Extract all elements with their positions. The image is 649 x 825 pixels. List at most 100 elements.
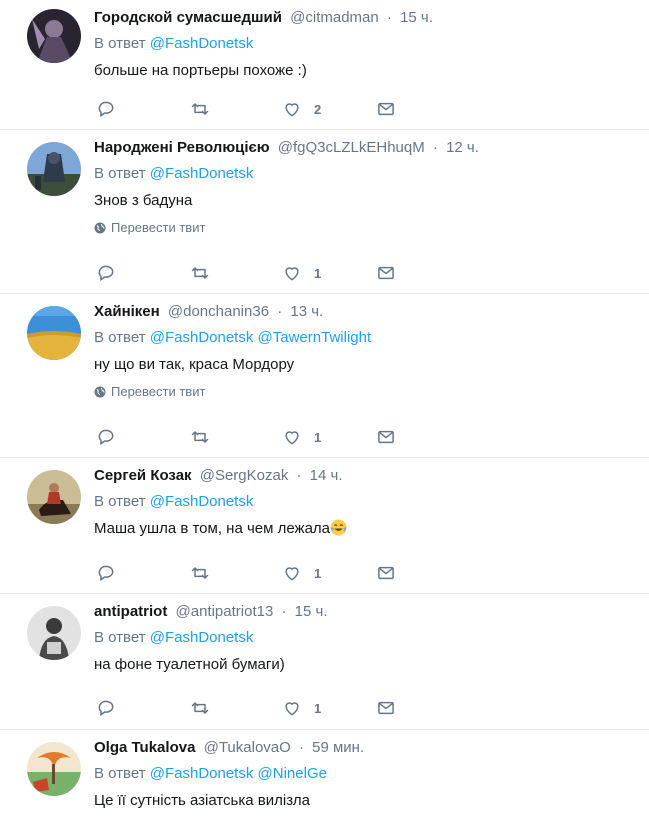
reply-icon (98, 429, 114, 446)
tweet[interactable]: antipatriot @antipatriot13 · 15 ч. В отв… (0, 594, 649, 730)
tweet-header: Народжені Революцією @fgQ3cLZLkEHhuqM · … (94, 138, 639, 158)
fullname[interactable]: Сергей Козак (94, 467, 192, 484)
message-button[interactable] (376, 561, 396, 585)
username[interactable]: @antipatriot13 (176, 603, 274, 620)
avatar[interactable] (27, 306, 81, 360)
tweet-text-body: Маша ушла в том, на чем лежала (94, 520, 331, 537)
like-count: 1 (314, 429, 322, 445)
reply-icon (98, 700, 114, 717)
message-icon (378, 701, 394, 715)
tweet-text: Це її сутність азіатська вилізла (94, 792, 310, 809)
timestamp[interactable]: 15 ч. (295, 603, 328, 620)
fullname[interactable]: Народжені Революцією (94, 139, 270, 156)
like-count: 1 (314, 700, 322, 716)
like-button[interactable]: 1 (282, 561, 321, 585)
translate-link[interactable]: Перевести твит (94, 384, 639, 400)
message-button[interactable] (376, 425, 396, 449)
retweet-button[interactable] (190, 561, 210, 585)
tweet-actions: 1 (94, 425, 414, 449)
mention-link[interactable]: @FashDonetsk (150, 493, 254, 510)
timestamp[interactable]: 12 ч. (446, 139, 479, 156)
tweet-header: antipatriot @antipatriot13 · 15 ч. (94, 602, 639, 622)
reply-context: В ответ @FashDonetsk (94, 492, 639, 512)
retweet-icon (191, 103, 209, 115)
like-count: 1 (314, 265, 322, 281)
reply-button[interactable] (96, 696, 116, 720)
tweet[interactable]: Olga Tukalova @TukalovaO · 59 мин. В отв… (0, 730, 649, 825)
like-count: 2 (314, 101, 322, 117)
fullname[interactable]: Хайнікен (94, 303, 160, 320)
timestamp[interactable]: 59 мин. (312, 739, 364, 756)
fullname[interactable]: Городской сумасшедший (94, 9, 282, 26)
avatar[interactable] (27, 742, 81, 796)
like-icon (285, 567, 299, 581)
mention-link[interactable]: @TawernTwilight (258, 329, 372, 346)
like-button[interactable]: 1 (282, 261, 321, 285)
timestamp[interactable]: 15 ч. (400, 9, 433, 26)
tweet-text: Маша ушла в том, на чем лежала (94, 519, 639, 539)
username[interactable]: @donchanin36 (168, 303, 269, 320)
replies-feed: Городской сумасшедший @citmadman · 15 ч.… (0, 0, 649, 825)
avatar[interactable] (27, 470, 81, 524)
avatar[interactable] (27, 606, 81, 660)
mention-link[interactable]: @FashDonetsk (150, 165, 254, 182)
like-button[interactable]: 2 (282, 97, 321, 121)
reply-icon (98, 101, 114, 118)
like-icon (285, 431, 299, 445)
reply-prefix: В ответ (94, 35, 146, 52)
tweet[interactable]: Народжені Революцією @fgQ3cLZLkEHhuqM · … (0, 130, 649, 294)
translate-link[interactable]: Перевести твит (94, 220, 639, 236)
globe-icon (94, 386, 106, 398)
translate-label: Перевести твит (111, 384, 206, 399)
retweet-button[interactable] (190, 696, 210, 720)
message-button[interactable] (376, 696, 396, 720)
username[interactable]: @fgQ3cLZLkEHhuqM (278, 139, 425, 156)
timestamp[interactable]: 13 ч. (290, 303, 323, 320)
reply-button[interactable] (96, 261, 116, 285)
reply-prefix: В ответ (94, 765, 146, 782)
tweet-header: Хайнікен @donchanin36 · 13 ч. (94, 302, 639, 322)
reply-button[interactable] (96, 97, 116, 121)
reply-context: В ответ @FashDonetsk (94, 34, 639, 54)
like-icon (285, 103, 299, 117)
mention-link[interactable]: @FashDonetsk (150, 765, 254, 782)
reply-context: В ответ @FashDonetsk @TawernTwilight (94, 328, 639, 348)
retweet-button[interactable] (190, 97, 210, 121)
like-button[interactable]: 1 (282, 696, 321, 720)
reply-icon (98, 265, 114, 282)
tweet[interactable]: Городской сумасшедший @citmadman · 15 ч.… (0, 0, 649, 130)
message-icon (378, 266, 394, 280)
reply-button[interactable] (96, 425, 116, 449)
avatar[interactable] (27, 9, 81, 63)
separator: · (386, 9, 392, 26)
reply-context: В ответ @FashDonetsk (94, 628, 639, 648)
message-icon (378, 102, 394, 116)
message-button[interactable] (376, 261, 396, 285)
separator: · (277, 303, 283, 320)
globe-icon (94, 222, 106, 234)
avatar[interactable] (27, 142, 81, 196)
tweet-text: на фоне туалетной бумаги) (94, 656, 285, 673)
username[interactable]: @citmadman (290, 9, 379, 26)
tweet[interactable]: Сергей Козак @SergKozak · 14 ч. В ответ … (0, 458, 649, 594)
mention-link[interactable]: @FashDonetsk (150, 35, 254, 52)
mention-link[interactable]: @FashDonetsk (150, 629, 254, 646)
username[interactable]: @SergKozak (200, 467, 289, 484)
tweet-text: больше на портьеры похоже :) (94, 62, 307, 79)
timestamp[interactable]: 14 ч. (310, 467, 343, 484)
separator: · (296, 467, 302, 484)
reply-button[interactable] (96, 561, 116, 585)
mention-link[interactable]: @FashDonetsk (150, 329, 254, 346)
message-button[interactable] (376, 97, 396, 121)
username[interactable]: @TukalovaO (204, 739, 291, 756)
retweet-button[interactable] (190, 261, 210, 285)
reply-context: В ответ @FashDonetsk (94, 164, 639, 184)
like-button[interactable]: 1 (282, 425, 321, 449)
fullname[interactable]: antipatriot (94, 603, 167, 620)
retweet-button[interactable] (190, 425, 210, 449)
separator: · (298, 739, 304, 756)
tweet-text: Знов з бадуна (94, 192, 193, 209)
fullname[interactable]: Olga Tukalova (94, 739, 195, 756)
mention-link[interactable]: @NinelGe (258, 765, 327, 782)
tweet[interactable]: Хайнікен @donchanin36 · 13 ч. В ответ @F… (0, 294, 649, 458)
